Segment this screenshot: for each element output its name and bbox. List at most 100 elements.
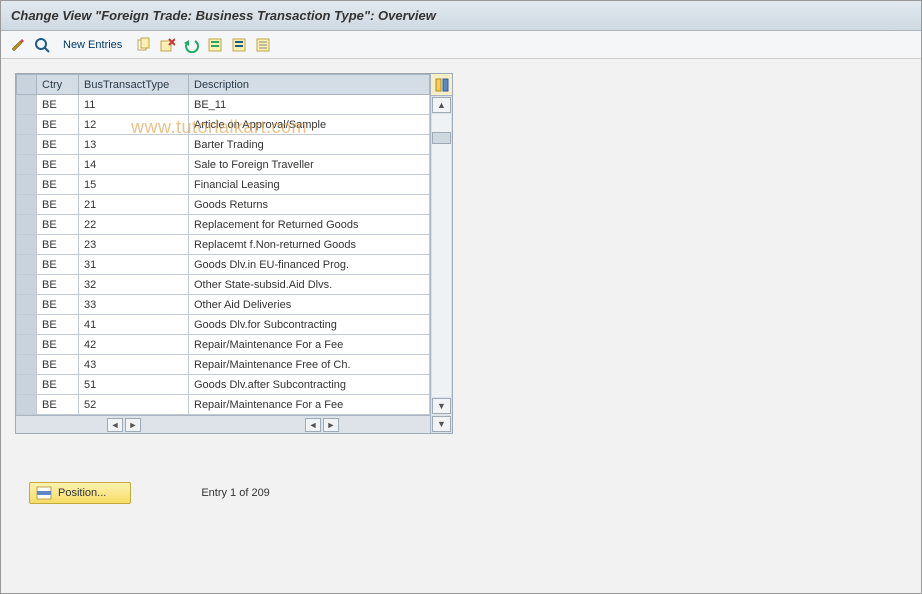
position-button[interactable]: Position...	[29, 482, 131, 504]
row-select-cell[interactable]	[17, 195, 37, 215]
row-select-cell[interactable]	[17, 135, 37, 155]
col-header-description[interactable]: Description	[189, 75, 430, 95]
scroll-up-icon[interactable]: ▲	[432, 97, 451, 113]
cell-ctry[interactable]: BE	[37, 375, 79, 395]
table-row[interactable]: BE51Goods Dlv.after Subcontracting	[17, 375, 430, 395]
cell-description[interactable]: Goods Returns	[189, 195, 430, 215]
cell-bustransacttype[interactable]: 32	[79, 275, 189, 295]
cell-description[interactable]: BE_11	[189, 95, 430, 115]
table-row[interactable]: BE32Other State-subsid.Aid Dlvs.	[17, 275, 430, 295]
cell-description[interactable]: Sale to Foreign Traveller	[189, 155, 430, 175]
cell-ctry[interactable]: BE	[37, 335, 79, 355]
cell-ctry[interactable]: BE	[37, 355, 79, 375]
table-row[interactable]: BE52Repair/Maintenance For a Fee	[17, 395, 430, 415]
table-settings-icon[interactable]	[431, 74, 452, 96]
row-select-cell[interactable]	[17, 355, 37, 375]
row-select-cell[interactable]	[17, 315, 37, 335]
table-row[interactable]: BE14Sale to Foreign Traveller	[17, 155, 430, 175]
copy-icon[interactable]	[134, 36, 152, 54]
scroll-right-end-icon[interactable]: ►	[323, 418, 339, 432]
row-select-cell[interactable]	[17, 175, 37, 195]
cell-ctry[interactable]: BE	[37, 135, 79, 155]
select-all-icon[interactable]	[206, 36, 224, 54]
new-entries-button[interactable]: New Entries	[57, 37, 128, 53]
cell-bustransacttype[interactable]: 42	[79, 335, 189, 355]
cell-description[interactable]: Repair/Maintenance Free of Ch.	[189, 355, 430, 375]
col-header-ctry[interactable]: Ctry	[37, 75, 79, 95]
cell-bustransacttype[interactable]: 13	[79, 135, 189, 155]
table-row[interactable]: BE11BE_11	[17, 95, 430, 115]
table-row[interactable]: BE31Goods Dlv.in EU-financed Prog.	[17, 255, 430, 275]
details-icon[interactable]	[33, 36, 51, 54]
cell-ctry[interactable]: BE	[37, 155, 79, 175]
table-row[interactable]: BE22Replacement for Returned Goods	[17, 215, 430, 235]
cell-description[interactable]: Other State-subsid.Aid Dlvs.	[189, 275, 430, 295]
cell-ctry[interactable]: BE	[37, 215, 79, 235]
cell-ctry[interactable]: BE	[37, 175, 79, 195]
cell-ctry[interactable]: BE	[37, 255, 79, 275]
cell-ctry[interactable]: BE	[37, 395, 79, 415]
cell-bustransacttype[interactable]: 15	[79, 175, 189, 195]
col-header-bustransacttype[interactable]: BusTransactType	[79, 75, 189, 95]
cell-bustransacttype[interactable]: 31	[79, 255, 189, 275]
cell-description[interactable]: Goods Dlv.for Subcontracting	[189, 315, 430, 335]
cell-description[interactable]: Replacemt f.Non-returned Goods	[189, 235, 430, 255]
cell-ctry[interactable]: BE	[37, 295, 79, 315]
scroll-end-icon[interactable]: ▼	[432, 416, 451, 432]
cell-description[interactable]: Goods Dlv.after Subcontracting	[189, 375, 430, 395]
table-row[interactable]: BE41Goods Dlv.for Subcontracting	[17, 315, 430, 335]
cell-description[interactable]: Financial Leasing	[189, 175, 430, 195]
cell-bustransacttype[interactable]: 21	[79, 195, 189, 215]
toggle-edit-icon[interactable]	[9, 36, 27, 54]
table-row[interactable]: BE21Goods Returns	[17, 195, 430, 215]
scroll-down-icon[interactable]: ▼	[432, 398, 451, 414]
undo-icon[interactable]	[182, 36, 200, 54]
cell-ctry[interactable]: BE	[37, 195, 79, 215]
table-row[interactable]: BE12Article on Approval/Sample	[17, 115, 430, 135]
scroll-left-icon[interactable]: ◄	[107, 418, 123, 432]
cell-bustransacttype[interactable]: 22	[79, 215, 189, 235]
cell-bustransacttype[interactable]: 51	[79, 375, 189, 395]
cell-description[interactable]: Repair/Maintenance For a Fee	[189, 395, 430, 415]
row-select-cell[interactable]	[17, 375, 37, 395]
cell-bustransacttype[interactable]: 14	[79, 155, 189, 175]
cell-description[interactable]: Goods Dlv.in EU-financed Prog.	[189, 255, 430, 275]
cell-bustransacttype[interactable]: 33	[79, 295, 189, 315]
cell-bustransacttype[interactable]: 11	[79, 95, 189, 115]
row-select-cell[interactable]	[17, 395, 37, 415]
cell-description[interactable]: Barter Trading	[189, 135, 430, 155]
row-select-cell[interactable]	[17, 155, 37, 175]
row-select-cell[interactable]	[17, 95, 37, 115]
table-row[interactable]: BE33Other Aid Deliveries	[17, 295, 430, 315]
row-select-cell[interactable]	[17, 215, 37, 235]
scroll-left-end-icon[interactable]: ◄	[305, 418, 321, 432]
row-select-cell[interactable]	[17, 275, 37, 295]
row-select-header[interactable]	[17, 75, 37, 95]
cell-ctry[interactable]: BE	[37, 275, 79, 295]
scroll-right-icon[interactable]: ►	[125, 418, 141, 432]
cell-ctry[interactable]: BE	[37, 115, 79, 135]
table-row[interactable]: BE23Replacemt f.Non-returned Goods	[17, 235, 430, 255]
row-select-cell[interactable]	[17, 335, 37, 355]
cell-description[interactable]: Replacement for Returned Goods	[189, 215, 430, 235]
scroll-thumb[interactable]	[432, 132, 451, 144]
table-row[interactable]: BE15Financial Leasing	[17, 175, 430, 195]
cell-description[interactable]: Repair/Maintenance For a Fee	[189, 335, 430, 355]
cell-bustransacttype[interactable]: 43	[79, 355, 189, 375]
scroll-track[interactable]	[432, 114, 451, 397]
row-select-cell[interactable]	[17, 295, 37, 315]
cell-ctry[interactable]: BE	[37, 315, 79, 335]
row-select-cell[interactable]	[17, 235, 37, 255]
cell-bustransacttype[interactable]: 52	[79, 395, 189, 415]
row-select-cell[interactable]	[17, 255, 37, 275]
cell-bustransacttype[interactable]: 12	[79, 115, 189, 135]
cell-description[interactable]: Article on Approval/Sample	[189, 115, 430, 135]
cell-ctry[interactable]: BE	[37, 95, 79, 115]
print-icon[interactable]	[254, 36, 272, 54]
table-row[interactable]: BE43Repair/Maintenance Free of Ch.	[17, 355, 430, 375]
cell-bustransacttype[interactable]: 23	[79, 235, 189, 255]
cell-bustransacttype[interactable]: 41	[79, 315, 189, 335]
table-row[interactable]: BE13Barter Trading	[17, 135, 430, 155]
cell-description[interactable]: Other Aid Deliveries	[189, 295, 430, 315]
delete-icon[interactable]	[158, 36, 176, 54]
